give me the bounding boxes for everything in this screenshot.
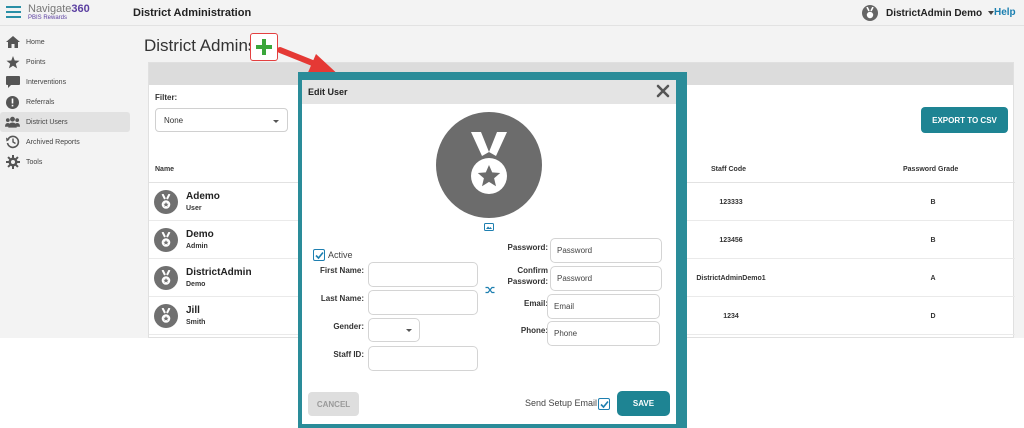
history-icon [5,135,20,149]
chat-bubble-icon [5,75,20,89]
home-icon [5,35,20,49]
filter-select[interactable]: None [155,108,288,132]
active-label: Active [328,250,353,260]
row-password-grade: B [930,199,936,206]
star-icon [5,55,20,69]
gender-label: Gender: [333,322,364,331]
row-last-name: User [186,205,202,212]
sidebar-item-interventions[interactable]: Interventions [0,72,130,92]
row-first-name: Demo [186,229,214,240]
password-label: Password: [507,243,548,252]
active-checkbox[interactable] [313,249,325,261]
row-last-name: Admin [186,243,208,250]
sidebar-item-label: Tools [26,158,43,166]
sidebar-item-home[interactable]: Home [0,32,130,52]
email-label: Email: [523,299,548,308]
cancel-button[interactable]: CANCEL [308,392,359,416]
add-admin-button[interactable] [250,33,278,61]
sidebar-item-label: Interventions [26,78,67,86]
email-field[interactable] [547,294,660,319]
sidebar-item-points[interactable]: Points [0,52,130,72]
confirm-password-label-line2: Password: [507,277,548,286]
hamburger-menu-icon[interactable] [6,6,21,18]
user-medal-icon [862,5,878,21]
filter-value: None [164,116,184,125]
send-setup-email-checkbox[interactable] [598,398,610,410]
row-first-name: Jill [186,305,200,316]
user-avatar-medal-icon [436,112,542,218]
user-menu[interactable]: DistrictAdmin Demo [862,4,995,22]
first-name-label: First Name: [319,266,364,275]
phone-label: Phone: [520,326,548,335]
sidebar-item-label: Points [26,58,46,66]
modal-title: Edit User [308,87,348,97]
confirm-password-label-line1: Confirm [517,266,548,275]
phone-field[interactable] [547,321,660,346]
sidebar-item-archived-reports[interactable]: Archived Reports [0,132,130,152]
gear-icon [5,155,20,169]
brand-name-prefix: Navigate [28,3,72,15]
modal-header: Edit User [302,80,676,104]
column-header-name[interactable]: Name [155,166,174,173]
edit-user-modal: Edit User Active First Name: Last Name: … [302,80,676,424]
brand-name-suffix: 360 [71,3,90,15]
page-title: District Admins [144,36,257,55]
password-field[interactable] [550,238,662,263]
filter-label: Filter: [155,93,178,102]
shuffle-icon[interactable] [485,286,495,294]
plus-icon [256,39,272,55]
send-setup-email-label: Send Setup Email [525,398,598,408]
row-first-name: DistrictAdmin [186,267,252,278]
medal-icon [154,228,178,252]
row-last-name: Smith [186,319,206,326]
row-password-grade: D [930,313,936,320]
sidebar-item-label: Home [26,38,45,46]
sidebar-item-label: District Users [26,118,68,126]
sidebar-item-tools[interactable]: Tools [0,152,130,172]
column-header-password-grade[interactable]: Password Grade [903,166,958,173]
medal-icon [154,190,178,214]
row-password-grade: B [930,237,936,244]
medal-icon [154,304,178,328]
row-last-name: Demo [186,281,206,288]
sidebar-item-referrals[interactable]: Referrals [0,92,130,112]
row-first-name: Ademo [186,191,220,202]
upload-image-icon[interactable] [484,223,494,231]
medal-icon [154,266,178,290]
confirm-password-field[interactable] [550,266,662,291]
alert-icon [5,95,20,109]
chevron-down-icon [273,120,279,123]
sidebar-item-label: Referrals [26,98,55,106]
chevron-down-icon [406,329,412,332]
export-to-csv-button[interactable]: EXPORT TO CSV [921,107,1008,133]
user-name: DistrictAdmin Demo [886,7,983,19]
users-icon [5,115,20,129]
page-heading: District Administration [133,7,252,19]
sidebar-item-label: Archived Reports [26,138,80,146]
help-link[interactable]: Help [994,7,1016,18]
gender-select[interactable] [368,318,420,342]
last-name-field[interactable] [368,290,478,315]
staff-id-field[interactable] [368,346,478,371]
sidebar-item-district-users[interactable]: District Users [0,112,130,132]
staff-id-label: Staff ID: [333,350,364,359]
save-button[interactable]: SAVE [617,391,670,416]
row-password-grade: A [930,275,936,282]
first-name-field[interactable] [368,262,478,287]
brand-subtitle: PBIS Rewards [28,15,68,21]
close-icon[interactable] [656,84,670,98]
brand-logo: Navigate360 [28,3,90,15]
column-header-staff-code[interactable]: Staff Code [711,166,746,173]
top-bar: Navigate360 PBIS Rewards District Admini… [0,0,1024,26]
last-name-label: Last Name: [320,294,364,303]
sidebar: Home Points Interventions Referrals Dist… [0,32,130,172]
